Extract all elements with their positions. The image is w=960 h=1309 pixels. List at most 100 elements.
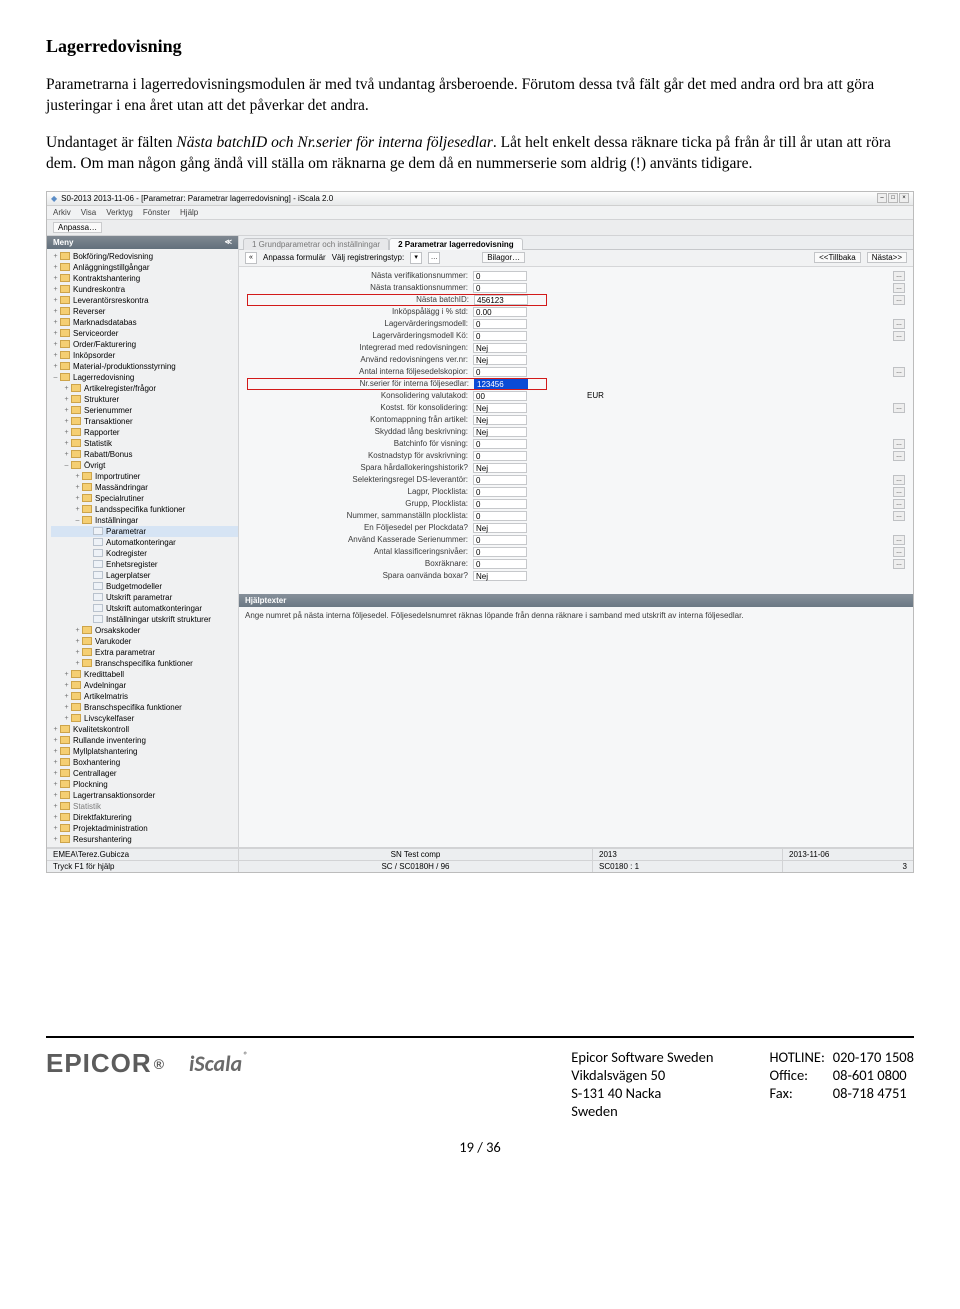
expand-toggle[interactable]: + <box>73 484 82 491</box>
nav-item[interactable]: +Rapporter <box>51 427 238 438</box>
field-value[interactable]: Nej <box>473 343 527 353</box>
nav-item[interactable]: +Kundreskontra <box>51 284 238 295</box>
expand-toggle[interactable]: + <box>51 825 60 832</box>
expand-toggle[interactable]: + <box>62 429 71 436</box>
browse-button[interactable]: … <box>893 403 905 413</box>
nav-item[interactable]: +Varukoder <box>51 636 238 647</box>
nav-item[interactable]: –Övrigt <box>51 460 238 471</box>
nav-item[interactable]: +Kvalitetskontroll <box>51 724 238 735</box>
nav-item[interactable]: +Avdelningar <box>51 680 238 691</box>
nav-item[interactable]: +Leverantörsreskontra <box>51 295 238 306</box>
nav-item[interactable]: +Kontraktshantering <box>51 273 238 284</box>
nav-item[interactable]: Budgetmodeller <box>51 581 238 592</box>
field-value[interactable]: 0 <box>473 283 527 293</box>
minimize-button[interactable]: – <box>877 193 887 203</box>
nav-item[interactable]: Kodregister <box>51 548 238 559</box>
expand-toggle[interactable]: + <box>51 264 60 271</box>
nav-item[interactable]: Utskrift automatkonteringar <box>51 603 238 614</box>
field-value[interactable]: Nej <box>473 571 527 581</box>
expand-toggle[interactable]: + <box>62 396 71 403</box>
expand-toggle[interactable]: + <box>73 627 82 634</box>
expand-toggle[interactable]: + <box>73 638 82 645</box>
browse-button[interactable]: … <box>893 295 905 305</box>
field-value[interactable]: 123456 <box>474 379 528 389</box>
expand-toggle[interactable]: + <box>62 440 71 447</box>
browse-button[interactable]: … <box>893 547 905 557</box>
field-value[interactable]: Nej <box>473 403 527 413</box>
menu-verktyg[interactable]: Verktyg <box>106 208 133 217</box>
field-value[interactable]: 0 <box>473 331 527 341</box>
expand-toggle[interactable]: + <box>51 737 60 744</box>
browse-button[interactable]: … <box>893 475 905 485</box>
browse-button[interactable]: … <box>893 439 905 449</box>
browse-button[interactable]: … <box>893 511 905 521</box>
nav-item[interactable]: +Myllplatshantering <box>51 746 238 757</box>
subtoolbar-browse[interactable]: … <box>428 252 440 264</box>
sidebar-collapse-icon[interactable]: ≪ <box>225 238 232 246</box>
field-value[interactable]: 0 <box>473 547 527 557</box>
field-value[interactable]: Nej <box>473 427 527 437</box>
nav-item[interactable]: Parametrar <box>51 526 238 537</box>
nav-item[interactable]: +Lagertransaktionsorder <box>51 790 238 801</box>
browse-button[interactable]: … <box>893 559 905 569</box>
nav-item[interactable]: +Resurshantering <box>51 834 238 845</box>
nav-item[interactable]: +Orsakskoder <box>51 625 238 636</box>
field-value[interactable]: Nej <box>473 523 527 533</box>
expand-toggle[interactable]: + <box>51 319 60 326</box>
field-value[interactable]: 0 <box>473 319 527 329</box>
expand-toggle[interactable]: + <box>51 253 60 260</box>
nav-item[interactable]: +Livscykelfaser <box>51 713 238 724</box>
expand-toggle[interactable]: + <box>51 297 60 304</box>
nav-item[interactable]: +Boxhantering <box>51 757 238 768</box>
expand-toggle[interactable]: + <box>51 726 60 733</box>
nav-item[interactable]: +Material-/produktionsstyrning <box>51 361 238 372</box>
field-value[interactable]: Nej <box>473 463 527 473</box>
nav-item[interactable]: +Branschspecifika funktioner <box>51 702 238 713</box>
nav-item[interactable]: +Strukturer <box>51 394 238 405</box>
nav-tree[interactable]: +Bokföring/Redovisning+Anläggningstillgå… <box>47 249 238 847</box>
field-value[interactable]: Nej <box>473 355 527 365</box>
nav-item[interactable]: –Lagerredovisning <box>51 372 238 383</box>
subtoolbar-bilagor[interactable]: Bilagor… <box>482 252 525 263</box>
field-value[interactable]: Nej <box>473 415 527 425</box>
expand-toggle[interactable]: + <box>62 451 71 458</box>
expand-toggle[interactable]: + <box>62 682 71 689</box>
expand-toggle[interactable]: + <box>62 715 71 722</box>
nav-item[interactable]: +Landsspecifika funktioner <box>51 504 238 515</box>
expand-toggle[interactable]: + <box>51 363 60 370</box>
nav-item[interactable]: +Statistik <box>51 801 238 812</box>
expand-toggle[interactable]: + <box>51 286 60 293</box>
browse-button[interactable]: … <box>893 283 905 293</box>
nav-item[interactable]: +Centrallager <box>51 768 238 779</box>
subtoolbar-next[interactable]: Nästa>> <box>867 252 907 263</box>
expand-toggle[interactable]: + <box>62 693 71 700</box>
menu-arkiv[interactable]: Arkiv <box>53 208 71 217</box>
browse-button[interactable]: … <box>893 499 905 509</box>
field-value[interactable]: 0 <box>473 499 527 509</box>
nav-item[interactable]: +Kredittabell <box>51 669 238 680</box>
expand-toggle[interactable]: + <box>51 814 60 821</box>
field-value[interactable]: 456123 <box>474 295 528 305</box>
browse-button[interactable]: … <box>893 319 905 329</box>
expand-toggle[interactable]: + <box>62 418 71 425</box>
nav-item[interactable]: +Rullande inventering <box>51 735 238 746</box>
close-button[interactable]: × <box>899 193 909 203</box>
expand-toggle[interactable]: + <box>73 506 82 513</box>
nav-item[interactable]: +Serviceorder <box>51 328 238 339</box>
nav-item[interactable]: Automatkonteringar <box>51 537 238 548</box>
expand-toggle[interactable]: + <box>73 495 82 502</box>
nav-item[interactable]: +Extra parametrar <box>51 647 238 658</box>
expand-toggle[interactable]: – <box>62 462 71 469</box>
nav-item[interactable]: +Statistik <box>51 438 238 449</box>
expand-toggle[interactable]: + <box>73 660 82 667</box>
nav-item[interactable]: +Massändringar <box>51 482 238 493</box>
nav-item[interactable]: –Inställningar <box>51 515 238 526</box>
expand-toggle[interactable]: + <box>51 352 60 359</box>
nav-item[interactable]: +Anläggningstillgångar <box>51 262 238 273</box>
expand-toggle[interactable]: + <box>51 748 60 755</box>
field-value[interactable]: 0 <box>473 475 527 485</box>
browse-button[interactable]: … <box>893 535 905 545</box>
expand-toggle[interactable]: + <box>51 308 60 315</box>
browse-button[interactable]: … <box>893 451 905 461</box>
expand-toggle[interactable]: + <box>51 330 60 337</box>
